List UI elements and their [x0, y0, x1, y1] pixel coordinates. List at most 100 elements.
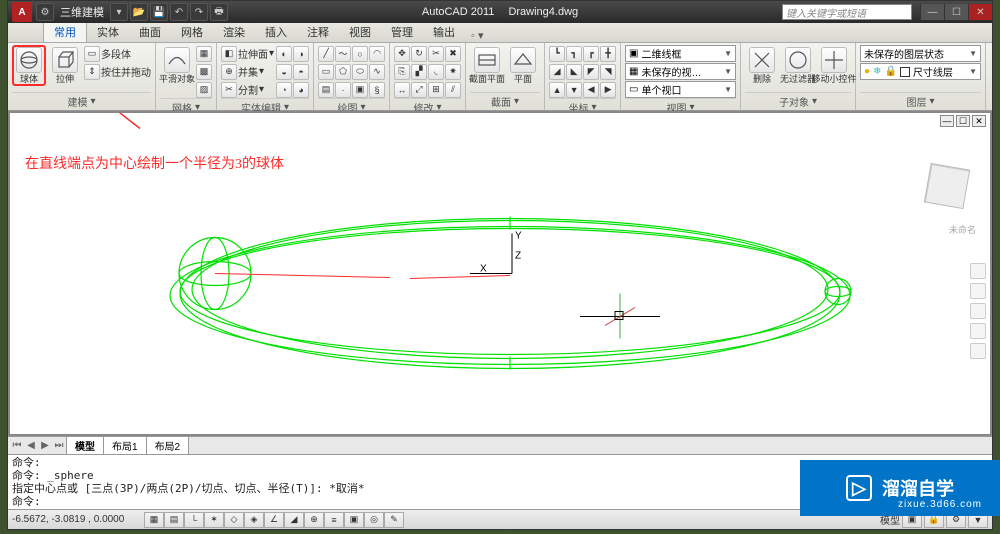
se-tool4-icon[interactable]: ◓ — [293, 64, 309, 80]
ribbon-expand-icon[interactable]: ◦ ▾ — [471, 29, 483, 42]
snap-toggle[interactable]: ▦ — [144, 512, 164, 528]
polygon-icon[interactable]: ⬠ — [335, 64, 351, 80]
circle-icon[interactable]: ○ — [352, 46, 368, 62]
tab-annotate[interactable]: 注释 — [297, 22, 339, 42]
ortho-toggle[interactable]: └ — [184, 512, 204, 528]
delete-button[interactable]: 删除 — [745, 45, 779, 86]
se-split-button[interactable]: ✂分割 ▾ — [221, 81, 274, 98]
tab-view[interactable]: 视图 — [339, 22, 381, 42]
nav-steer-icon[interactable] — [970, 323, 986, 339]
tab-render[interactable]: 渲染 — [213, 22, 255, 42]
dyn-toggle[interactable]: ⊕ — [304, 512, 324, 528]
layout-first-icon[interactable]: ⏮ — [10, 440, 24, 451]
qat-save-icon[interactable]: 💾 — [150, 3, 168, 21]
ellipse-icon[interactable]: ⬭ — [352, 64, 368, 80]
stretch-icon[interactable]: ↔ — [394, 82, 410, 98]
se-tool5-icon[interactable]: ◔ — [276, 82, 292, 98]
tab-manage[interactable]: 管理 — [381, 22, 423, 42]
point-icon[interactable]: · — [335, 82, 351, 98]
ucs7-icon[interactable]: ◤ — [583, 64, 599, 80]
nofilter-button[interactable]: 无过滤器 — [781, 45, 815, 86]
ucs9-icon[interactable]: ▲ — [549, 82, 565, 98]
arc-icon[interactable]: ◠ — [369, 46, 385, 62]
flatten-button[interactable]: 平面 — [506, 45, 540, 86]
layout-tab-model[interactable]: 模型 — [66, 436, 104, 455]
movegizmo-button[interactable]: 移动小控件 — [817, 45, 851, 86]
nav-showmotion-icon[interactable] — [970, 343, 986, 359]
hatch-icon[interactable]: ▤ — [318, 82, 334, 98]
tab-solid[interactable]: 实体 — [87, 22, 129, 42]
viewport-dropdown[interactable]: ▭单个视口▼ — [625, 81, 736, 98]
otrack-toggle[interactable]: ∠ — [264, 512, 284, 528]
osnap-toggle[interactable]: ◇ — [224, 512, 244, 528]
mesh-tool1-icon[interactable]: ▦ — [196, 46, 212, 62]
qp-toggle[interactable]: ▣ — [344, 512, 364, 528]
tab-surface[interactable]: 曲面 — [129, 22, 171, 42]
sphere-button[interactable]: 球体 — [12, 45, 46, 86]
offset-icon[interactable]: ⫽ — [445, 82, 461, 98]
move-icon[interactable]: ✥ — [394, 46, 410, 62]
se-tool2-icon[interactable]: ◑ — [293, 46, 309, 62]
ucs4-icon[interactable]: ╋ — [600, 46, 616, 62]
layer-dropdown[interactable]: ●❄🔒尺寸线层▼ — [860, 63, 981, 80]
saved-view-dropdown[interactable]: ▦未保存的视…▼ — [625, 63, 736, 80]
tab-home[interactable]: 常用 — [43, 21, 87, 42]
pline-icon[interactable]: ～ — [335, 46, 351, 62]
mesh-tool3-icon[interactable]: ▨ — [196, 82, 212, 98]
smooth-button[interactable]: 平滑对象 — [160, 45, 194, 86]
close-button[interactable]: ✕ — [968, 4, 992, 20]
se-tool6-icon[interactable]: ◕ — [293, 82, 309, 98]
viewcube[interactable] — [924, 163, 970, 209]
mesh-tool2-icon[interactable]: ▩ — [196, 64, 212, 80]
se-union-button[interactable]: ⊕并集 ▾ — [221, 63, 274, 80]
ucs6-icon[interactable]: ◣ — [566, 64, 582, 80]
copy-icon[interactable]: ⎘ — [394, 64, 410, 80]
rect-icon[interactable]: ▭ — [318, 64, 334, 80]
layout-prev-icon[interactable]: ◀ — [24, 440, 38, 451]
erase-icon[interactable]: ✖ — [445, 46, 461, 62]
region-icon[interactable]: ▣ — [352, 82, 368, 98]
sectionplane-button[interactable]: 截面平面 — [470, 45, 504, 86]
ucs2-icon[interactable]: ┓ — [566, 46, 582, 62]
rotate-icon[interactable]: ↻ — [411, 46, 427, 62]
navwheel-caption[interactable]: 未命名 — [949, 223, 976, 236]
grid-toggle[interactable]: ▤ — [164, 512, 184, 528]
ucs11-icon[interactable]: ◀ — [583, 82, 599, 98]
polysolid-button[interactable]: ▭多段体 — [84, 45, 151, 62]
layout-next-icon[interactable]: ▶ — [38, 440, 52, 451]
tab-insert[interactable]: 插入 — [255, 22, 297, 42]
explode-icon[interactable]: ✷ — [445, 64, 461, 80]
line-icon[interactable]: ╱ — [318, 46, 334, 62]
layout-tab-layout2[interactable]: 布局2 — [146, 436, 190, 455]
layerstate-dropdown[interactable]: 未保存的图层状态▼ — [860, 45, 981, 62]
qat-print-icon[interactable]: 🖶 — [210, 3, 228, 21]
se-extrudeface-button[interactable]: ◧拉伸面 ▾ — [221, 45, 274, 62]
se-tool3-icon[interactable]: ◒ — [276, 64, 292, 80]
ucs3-icon[interactable]: ┏ — [583, 46, 599, 62]
help-search-input[interactable]: 键入关键字或短语 — [782, 4, 912, 20]
mirror-icon[interactable]: ▞ — [411, 64, 427, 80]
trim-icon[interactable]: ✂ — [428, 46, 444, 62]
layout-tab-layout1[interactable]: 布局1 — [103, 436, 147, 455]
ucs8-icon[interactable]: ◥ — [600, 64, 616, 80]
nav-zoom-icon[interactable] — [970, 283, 986, 299]
scale-icon[interactable]: ⤢ — [411, 82, 427, 98]
coord-readout[interactable]: -6.5672, -3.0819 , 0.0000 — [12, 514, 142, 525]
maximize-button[interactable]: ☐ — [944, 4, 968, 20]
spline-icon[interactable]: ∿ — [369, 64, 385, 80]
sc-toggle[interactable]: ◎ — [364, 512, 384, 528]
ucs5-icon[interactable]: ◢ — [549, 64, 565, 80]
ucs-icon[interactable]: ┗ — [549, 46, 565, 62]
app-menu-button[interactable]: A — [12, 2, 32, 22]
am-toggle[interactable]: ✎ — [384, 512, 404, 528]
ucs12-icon[interactable]: ▶ — [600, 82, 616, 98]
polar-toggle[interactable]: ✶ — [204, 512, 224, 528]
ducs-toggle[interactable]: ◢ — [284, 512, 304, 528]
visualstyle-dropdown[interactable]: ▣二维线框▼ — [625, 45, 736, 62]
helix-icon[interactable]: § — [369, 82, 385, 98]
qat-redo-icon[interactable]: ↷ — [190, 3, 208, 21]
tab-output[interactable]: 输出 — [423, 22, 465, 42]
layout-last-icon[interactable]: ⏭ — [52, 440, 66, 451]
presspull-button[interactable]: ⇕按住并拖动 — [84, 63, 151, 80]
array-icon[interactable]: ⊞ — [428, 82, 444, 98]
